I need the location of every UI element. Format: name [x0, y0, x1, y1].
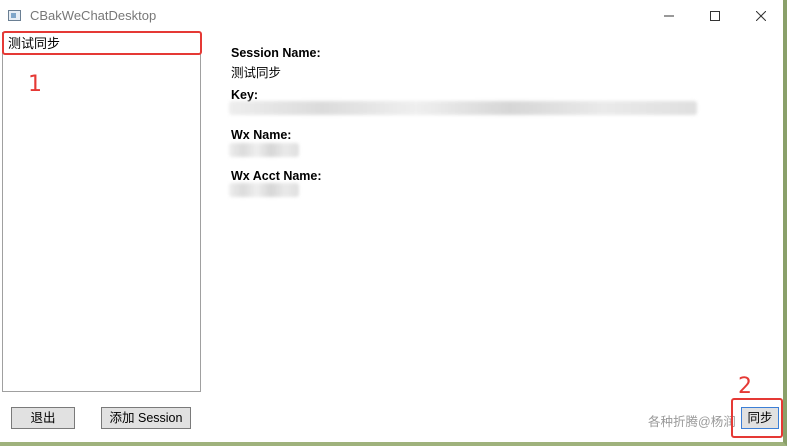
app-window: CBakWeChatDesktop 测试同步 1 Session Name: 测…: [0, 0, 787, 446]
wx-name-label: Wx Name:: [231, 128, 292, 142]
close-icon: [756, 11, 766, 21]
key-value-redacted: [229, 101, 697, 115]
key-label: Key:: [231, 88, 259, 102]
window-title: CBakWeChatDesktop: [30, 8, 157, 23]
annotation-step-1: 1: [28, 72, 42, 97]
annotation-highlight-sync: [731, 398, 783, 438]
maximize-button[interactable]: [692, 0, 738, 32]
annotation-step-2: 2: [738, 374, 752, 399]
minimize-icon: [664, 15, 674, 17]
minimize-button[interactable]: [646, 0, 692, 32]
session-name-value: 测试同步: [231, 66, 282, 80]
title-bar[interactable]: CBakWeChatDesktop: [0, 0, 783, 32]
add-session-button[interactable]: 添加 Session: [101, 407, 191, 429]
app-icon: [8, 10, 21, 21]
session-name-label: Session Name:: [231, 46, 321, 60]
watermark: 各种折腾@杨润: [648, 415, 736, 429]
exit-button[interactable]: 退出: [11, 407, 75, 429]
wx-acct-name-value-redacted: [229, 183, 299, 197]
maximize-icon: [710, 11, 720, 21]
wx-acct-name-label: Wx Acct Name:: [231, 169, 322, 183]
close-button[interactable]: [738, 0, 784, 32]
wx-name-value-redacted: [229, 143, 299, 157]
annotation-highlight-session: [2, 31, 202, 55]
